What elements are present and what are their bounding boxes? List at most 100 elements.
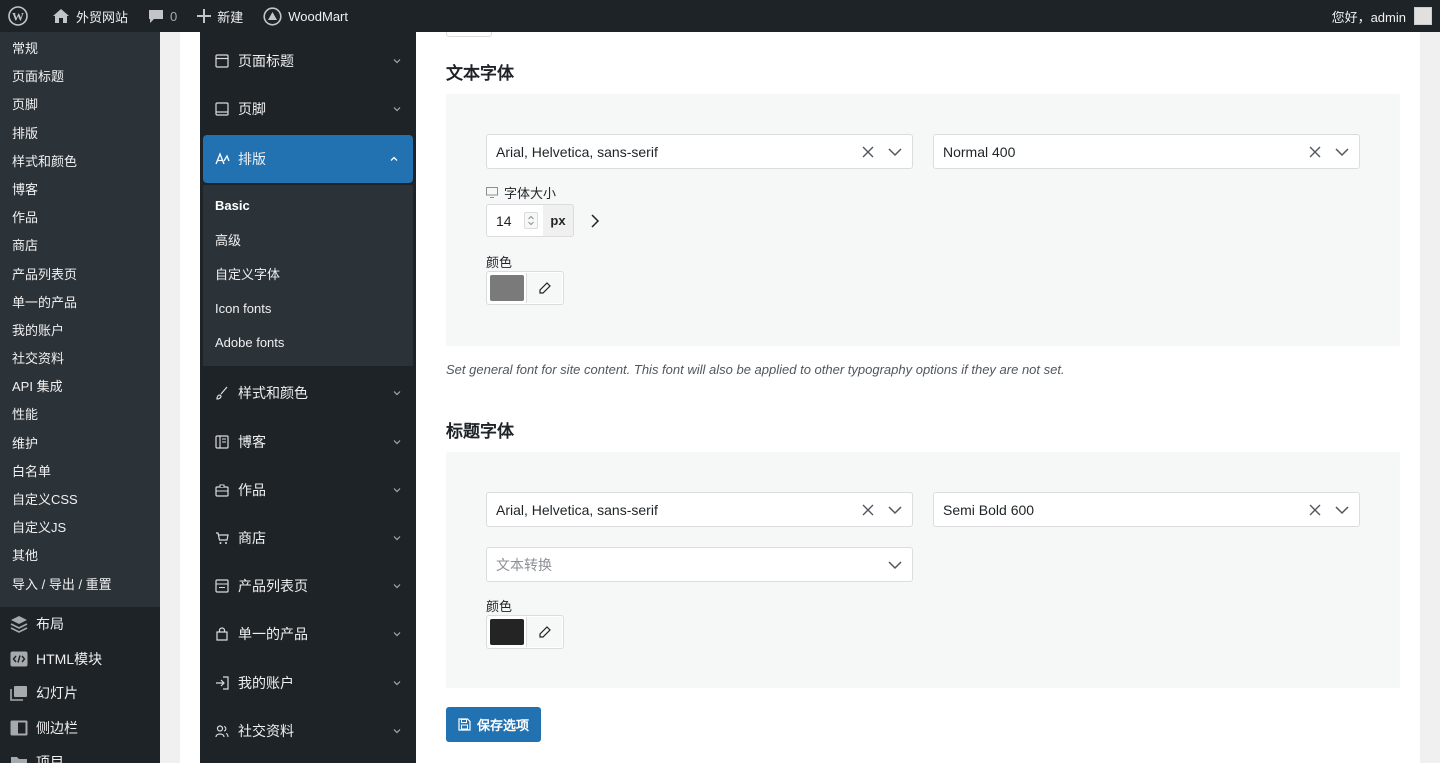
heading-color-swatch[interactable] xyxy=(490,619,524,645)
options-nav-item-label: 我的账户 xyxy=(238,674,294,691)
woodmart-link[interactable]: WoodMart xyxy=(255,0,356,32)
admin-submenu-item[interactable]: 排版 xyxy=(0,120,160,148)
options-nav-item[interactable]: 产品列表页 xyxy=(200,562,416,610)
typography-subnav: Basic 高级 自定义字体 Icon fonts Adobe fonts xyxy=(203,185,413,367)
blog-icon xyxy=(214,434,230,450)
chevron-up-icon xyxy=(390,156,398,162)
heading-font-title: 标题字体 xyxy=(446,422,514,441)
eyedropper-icon[interactable] xyxy=(526,273,562,303)
admin-menu-item-label: 侧边栏 xyxy=(36,719,78,736)
new-label: 新建 xyxy=(217,9,244,25)
comments-link[interactable]: 0 xyxy=(140,0,185,32)
admin-menu-item[interactable]: HTML模块 xyxy=(0,641,160,676)
clear-icon[interactable] xyxy=(862,146,874,158)
chevron-down-icon xyxy=(393,487,401,493)
typography-subnav-item[interactable]: Basic xyxy=(203,189,413,223)
admin-submenu-item[interactable]: 博客 xyxy=(0,176,160,204)
admin-submenu-item[interactable]: 样式和颜色 xyxy=(0,148,160,176)
admin-submenu-item[interactable]: 社交资料 xyxy=(0,345,160,373)
options-nav-item[interactable]: 样式和颜色 xyxy=(200,369,416,417)
text-font-description: Set general font for site content. This … xyxy=(446,362,1065,377)
options-nav-item-label: 页脚 xyxy=(238,101,266,118)
options-nav: 页面标题页脚 排版 Basic 高级 自定义字体 Icon fonts Adobe fo… xyxy=(200,32,416,763)
admin-submenu-item[interactable]: 导入 / 导出 / 重置 xyxy=(0,571,160,599)
site-name-link[interactable]: 外贸网站 xyxy=(44,0,136,32)
admin-menu-item[interactable]: 幻灯片 xyxy=(0,676,160,711)
previous-field-stub xyxy=(446,32,492,37)
typography-subnav-item[interactable]: 高级 xyxy=(203,224,413,258)
options-nav-item[interactable]: 页脚 xyxy=(200,85,416,133)
heading-font-family-select[interactable]: Arial, Helvetica, sans-serif xyxy=(486,492,913,527)
my-account-link[interactable]: 您好，admin xyxy=(1332,7,1440,26)
options-nav-item[interactable]: 页面标题 xyxy=(200,37,416,85)
admin-submenu-item[interactable]: 维护 xyxy=(0,430,160,458)
typography-subnav-item[interactable]: Adobe fonts xyxy=(203,326,413,360)
clear-icon[interactable] xyxy=(1309,504,1321,516)
admin-submenu-item[interactable]: 自定义JS xyxy=(0,514,160,542)
options-nav-item-label: 商店 xyxy=(238,529,266,546)
typography-subnav-item[interactable]: Icon fonts xyxy=(203,292,413,326)
font-size-unit[interactable]: px xyxy=(543,204,574,237)
options-nav-item-label: 页面标题 xyxy=(238,53,294,70)
admin-submenu-item[interactable]: 性能 xyxy=(0,401,160,429)
text-font-family-select[interactable]: Arial, Helvetica, sans-serif xyxy=(486,134,913,169)
admin-submenu-item[interactable]: 页脚 xyxy=(0,91,160,119)
options-nav-item-label: 社交资料 xyxy=(238,722,294,739)
clear-icon[interactable] xyxy=(1309,146,1321,158)
admin-submenu-item[interactable]: 单一的产品 xyxy=(0,289,160,317)
admin-menu-item[interactable]: 侧边栏 xyxy=(0,710,160,745)
avatar xyxy=(1414,7,1432,25)
admin-submenu-item[interactable]: 商店 xyxy=(0,232,160,260)
admin-submenu-item[interactable]: 白名单 xyxy=(0,458,160,486)
shop-page-icon xyxy=(214,578,230,594)
font-size-input[interactable]: 14 xyxy=(486,204,544,237)
typography-subnav-item[interactable]: 自定义字体 xyxy=(203,258,413,292)
text-transform-placeholder: 文本转换 xyxy=(496,556,552,573)
number-spinner[interactable] xyxy=(524,212,538,229)
heading-color-picker[interactable] xyxy=(486,615,564,649)
admin-menu-item[interactable]: 项目 xyxy=(0,745,160,763)
options-nav-item[interactable]: 作品 xyxy=(200,466,416,514)
text-transform-select[interactable]: 文本转换 xyxy=(486,547,913,582)
admin-menu-item[interactable]: 布局 xyxy=(0,607,160,642)
text-font-title: 文本字体 xyxy=(446,64,514,83)
admin-submenu-item[interactable]: 常规 xyxy=(0,35,160,63)
options-nav-item[interactable]: 单一的产品 xyxy=(200,610,416,658)
chevron-right-icon[interactable] xyxy=(590,213,600,229)
clear-icon[interactable] xyxy=(862,504,874,516)
chevron-down-icon[interactable] xyxy=(888,505,902,515)
new-content-link[interactable]: 新建 xyxy=(189,0,251,32)
wordpress-logo-button[interactable]: W xyxy=(0,0,36,32)
chevron-down-icon[interactable] xyxy=(1335,147,1349,157)
chevron-down-icon[interactable] xyxy=(888,147,902,157)
nav-item-typography[interactable]: 排版 xyxy=(203,135,413,184)
save-options-label: 保存选项 xyxy=(476,718,529,733)
font-size-value: 14 xyxy=(496,212,512,229)
options-nav-item[interactable]: 商店 xyxy=(200,514,416,562)
admin-submenu-item[interactable]: 产品列表页 xyxy=(0,261,160,289)
heading-font-weight-select[interactable]: Semi Bold 600 xyxy=(933,492,1360,527)
options-nav-item[interactable]: 我的账户 xyxy=(200,658,416,706)
options-nav-item[interactable]: 社交资料 xyxy=(200,707,416,755)
admin-submenu-item[interactable]: 作品 xyxy=(0,204,160,232)
chevron-down-icon[interactable] xyxy=(888,560,902,570)
admin-menu-item-label: 项目 xyxy=(36,754,64,763)
desktop-icon[interactable] xyxy=(486,187,498,198)
admin-submenu-item[interactable]: 自定义CSS xyxy=(0,486,160,514)
admin-submenu-item[interactable]: 我的账户 xyxy=(0,317,160,345)
save-options-button[interactable]: 保存选项 xyxy=(446,707,541,742)
heading-font-weight-value: Semi Bold 600 xyxy=(943,501,1035,518)
eyedropper-icon[interactable] xyxy=(526,617,562,647)
chevron-down-icon[interactable] xyxy=(1335,505,1349,515)
admin-submenu-item[interactable]: API 集成 xyxy=(0,373,160,401)
admin-submenu-item[interactable]: 页面标题 xyxy=(0,63,160,91)
options-nav-item[interactable]: 博客 xyxy=(200,418,416,466)
text-color-picker[interactable] xyxy=(486,271,564,305)
plus-icon xyxy=(197,9,212,23)
text-font-weight-select[interactable]: Normal 400 xyxy=(933,134,1360,169)
chevron-down-icon xyxy=(393,107,401,112)
greeting: 您好，admin xyxy=(1331,9,1406,25)
admin-menu-item-label: HTML模块 xyxy=(36,650,103,667)
admin-submenu-item[interactable]: 其他 xyxy=(0,542,160,570)
text-color-swatch[interactable] xyxy=(490,275,524,301)
